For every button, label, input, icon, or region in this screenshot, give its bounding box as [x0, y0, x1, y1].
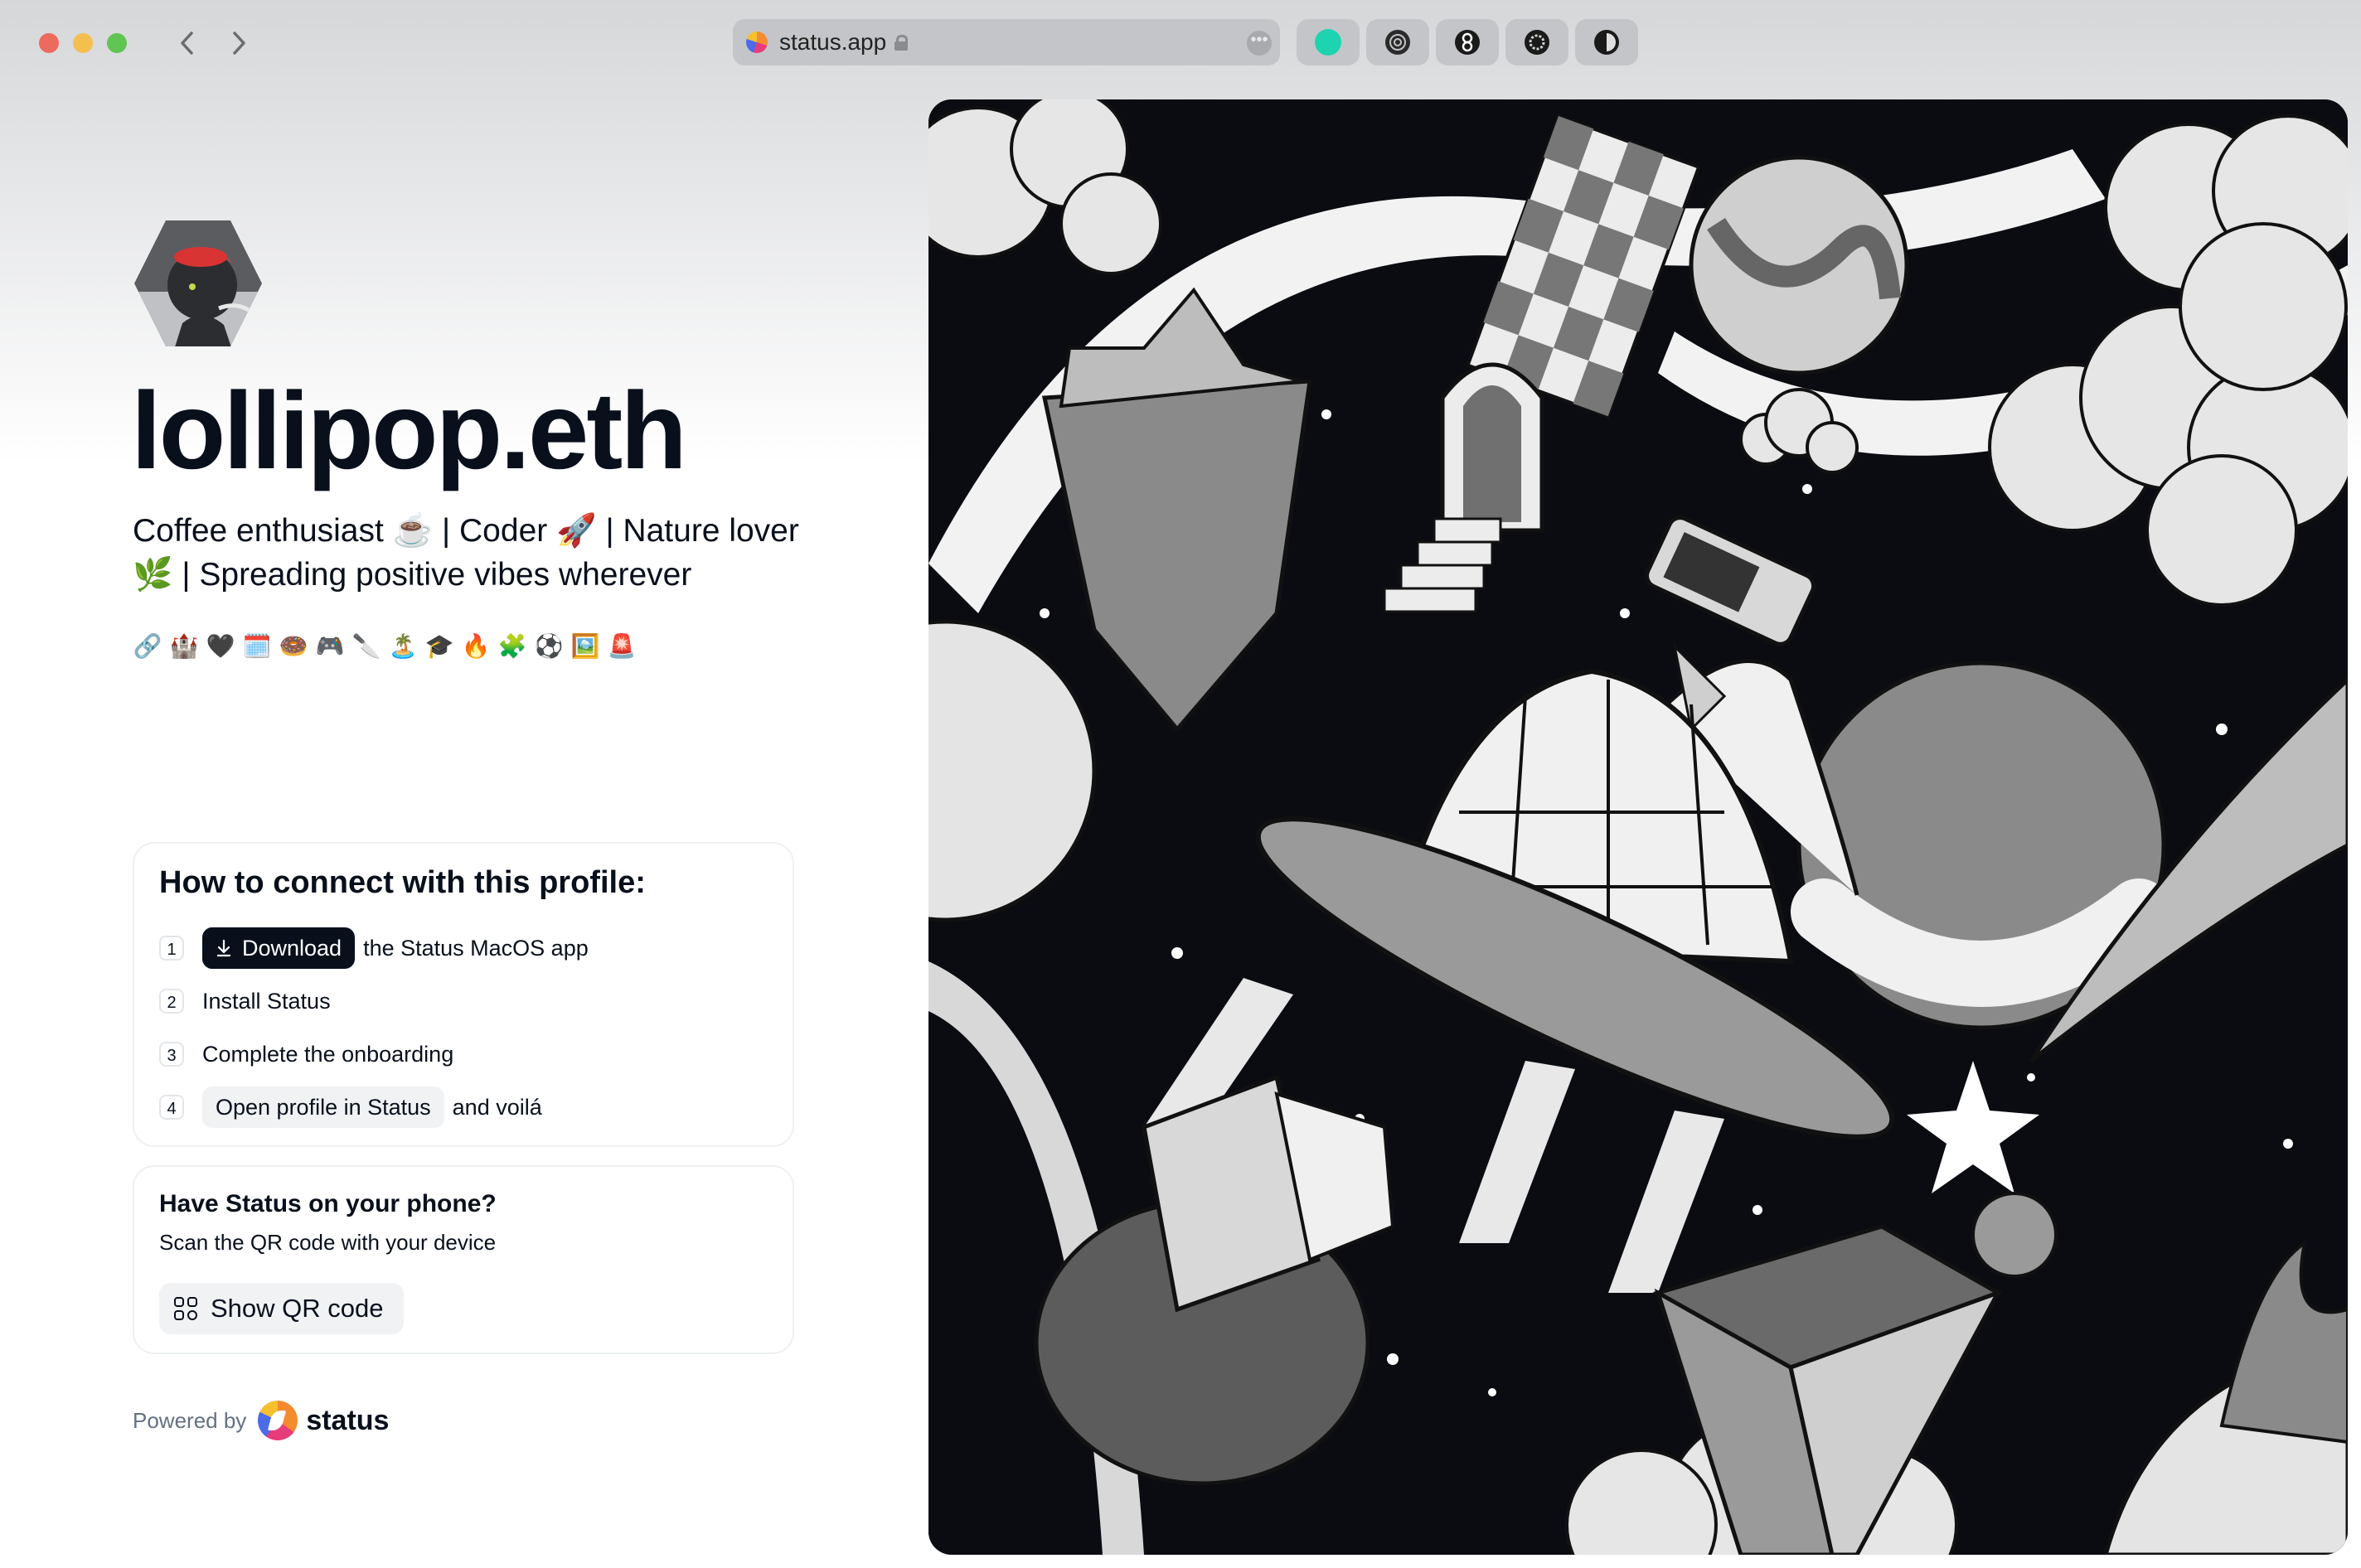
extension-button-3[interactable]	[1436, 19, 1499, 65]
step-number: 1	[159, 936, 184, 961]
phone-card-subtitle: Scan the QR code with your device	[159, 1230, 497, 1255]
extension-button-1[interactable]	[1297, 19, 1360, 65]
profile-display-name: lollipop.eth	[131, 370, 687, 491]
profile-banner-illustration	[928, 99, 2348, 1555]
lock-icon	[894, 35, 909, 51]
step-number: 3	[159, 1042, 184, 1067]
connect-step-1: 1 Download the Status MacOS app	[159, 925, 589, 971]
extension-button-2[interactable]	[1366, 19, 1429, 65]
powered-by-footer: Powered by status	[133, 1401, 389, 1440]
extension-globe-icon	[1385, 30, 1410, 55]
connect-step-3: 3 Complete the onboarding	[159, 1031, 453, 1077]
connect-step-2: 2 Install Status	[159, 978, 331, 1024]
tag-picture-icon: 🖼️	[570, 633, 600, 659]
status-brand-wordmark[interactable]: status	[306, 1405, 389, 1437]
download-icon	[216, 939, 231, 957]
download-button[interactable]: Download	[202, 927, 356, 969]
profile-avatar	[134, 220, 262, 346]
step-text: the Status MacOS app	[363, 935, 589, 961]
step-number: 2	[159, 989, 184, 1014]
extension-half-moon-icon	[1594, 30, 1619, 55]
close-window-button[interactable]	[39, 33, 59, 53]
tag-island-icon: 🏝️	[388, 633, 418, 659]
window-titlebar: status.app •••	[0, 0, 2361, 86]
connect-instructions-card: How to connect with this profile: 1 Down…	[133, 842, 794, 1147]
minimize-window-button[interactable]	[73, 33, 93, 53]
extension-button-5[interactable]	[1575, 19, 1638, 65]
forward-button[interactable]	[221, 25, 257, 61]
connect-card-title: How to connect with this profile:	[159, 865, 646, 900]
profile-tags: 🔗 🏰 🖤 🗓️ 🍩 🎮 🔪 🏝️ 🎓 🔥 🧩 ⚽ 🖼️ 🚨	[133, 632, 637, 661]
maximize-window-button[interactable]	[107, 33, 127, 53]
address-bar[interactable]: status.app •••	[733, 19, 1280, 65]
profile-bio: Coffee enthusiast ☕️ | Coder 🚀 | Nature …	[133, 513, 799, 593]
tag-gamepad-icon: 🎮	[315, 633, 345, 659]
extension-teal-icon	[1315, 29, 1341, 56]
extension-gear-icon	[1525, 30, 1549, 55]
step-text: Complete the onboarding	[202, 1041, 454, 1067]
more-options-button[interactable]: •••	[1247, 31, 1272, 56]
step-text: Install Status	[202, 988, 331, 1014]
show-qr-code-label: Show QR code	[211, 1294, 384, 1323]
show-qr-code-button[interactable]: Show QR code	[159, 1283, 404, 1334]
tag-knife-icon: 🔪	[351, 633, 381, 659]
url-text: status.app	[779, 29, 887, 55]
download-button-label: Download	[242, 935, 342, 961]
status-favicon-icon	[746, 31, 768, 53]
qr-code-icon	[174, 1297, 197, 1320]
powered-by-text: Powered by	[133, 1407, 247, 1433]
tag-graduation-cap-icon: 🎓	[424, 633, 454, 659]
back-button[interactable]	[169, 25, 206, 61]
chevron-right-icon	[233, 31, 245, 55]
tag-black-heart-icon: 🖤	[206, 633, 235, 659]
tag-link-icon: 🔗	[133, 633, 162, 659]
tag-calendar-icon: 🗓️	[242, 633, 272, 659]
phone-card-title: Have Status on your phone?	[159, 1190, 497, 1217]
tag-fire-icon: 🔥	[461, 633, 491, 659]
extension-knot-icon	[1455, 30, 1480, 55]
step-number: 4	[159, 1095, 184, 1120]
step-text: and voilá	[452, 1094, 542, 1120]
tag-castle-icon: 🏰	[169, 633, 199, 659]
connect-step-4: 4 Open profile in Status and voilá	[159, 1084, 542, 1130]
extension-button-4[interactable]	[1505, 19, 1568, 65]
phone-qr-card: Have Status on your phone? Scan the QR c…	[133, 1165, 794, 1354]
tag-siren-icon: 🚨	[607, 633, 637, 659]
tag-donut-icon: 🍩	[279, 633, 308, 659]
chevron-left-icon	[181, 31, 193, 55]
tag-puzzle-icon: 🧩	[497, 633, 527, 659]
tag-soccer-ball-icon: ⚽	[534, 633, 564, 659]
status-logo-icon	[258, 1401, 298, 1440]
open-profile-button[interactable]: Open profile in Status	[202, 1086, 444, 1128]
